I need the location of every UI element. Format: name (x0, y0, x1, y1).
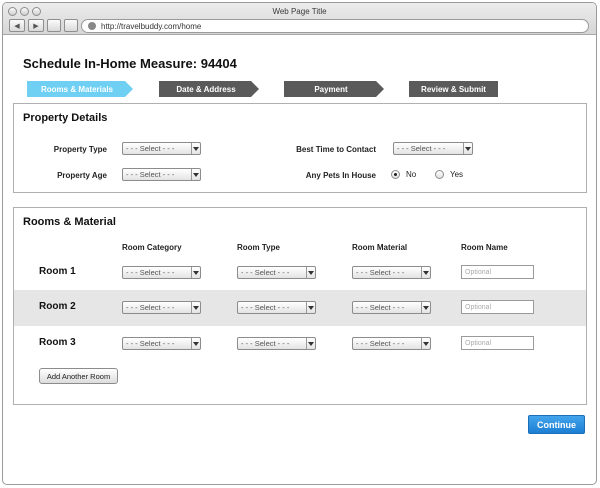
pets-yes-label: Yes (450, 170, 464, 179)
browser-window: Web Page Title ◀ ▶ http://travelbuddy.co… (2, 2, 597, 485)
pets-label: Any Pets In House (305, 171, 376, 180)
property-age-select[interactable]: - - - Select - - - (122, 168, 201, 181)
step-review-submit[interactable]: Review & Submit (409, 81, 498, 97)
room-type-value: - - - Select - - - (241, 268, 290, 277)
room-category-value: - - - Select - - - (126, 268, 175, 277)
room-type-value: - - - Select - - - (241, 339, 290, 348)
forward-arrow-icon: ▶ (33, 22, 39, 30)
room-material-select[interactable]: - - - Select - - - (352, 337, 431, 350)
property-type-label: Property Type (53, 145, 107, 154)
room-category-select[interactable]: - - - Select - - - (122, 266, 201, 279)
room-label: Room 1 (39, 266, 76, 277)
room-material-value: - - - Select - - - (356, 303, 405, 312)
rooms-material-title: Rooms & Material (23, 216, 116, 228)
chevron-down-icon (421, 338, 430, 349)
room-material-value: - - - Select - - - (356, 268, 405, 277)
continue-button[interactable]: Continue (528, 415, 585, 434)
room-category-select[interactable]: - - - Select - - - (122, 301, 201, 314)
room-name-input[interactable]: Optional (461, 300, 534, 314)
room-type-select[interactable]: - - - Select - - - (237, 337, 316, 350)
rooms-material-panel: Rooms & Material Room Category Room Type… (13, 207, 587, 405)
step-rooms-materials[interactable]: Rooms & Materials (27, 81, 133, 97)
reload-button[interactable] (47, 19, 61, 32)
property-details-panel: Property Details Property Type - - - Sel… (13, 103, 587, 193)
room-material-select[interactable]: - - - Select - - - (352, 266, 431, 279)
best-time-label: Best Time to Contact (296, 145, 376, 154)
col-room-name: Room Name (461, 243, 508, 252)
chevron-down-icon (191, 267, 200, 278)
pets-radio-no[interactable]: No (391, 170, 416, 179)
chevron-down-icon (191, 338, 200, 349)
chevron-down-icon (421, 267, 430, 278)
title-bar: Web Page Title ◀ ▶ http://travelbuddy.co… (3, 3, 596, 35)
room-type-value: - - - Select - - - (241, 303, 290, 312)
col-room-material: Room Material (352, 243, 408, 252)
property-age-value: - - - Select - - - (126, 170, 175, 179)
room-row: Room 2 - - - Select - - - - - - Select -… (14, 290, 586, 326)
page-content: Schedule In-Home Measure: 94404 Rooms & … (3, 36, 596, 484)
home-button[interactable] (64, 19, 78, 32)
best-time-select[interactable]: - - - Select - - - (393, 142, 473, 155)
globe-icon (88, 22, 96, 30)
room-category-value: - - - Select - - - (126, 303, 175, 312)
back-button[interactable]: ◀ (9, 19, 25, 32)
radio-selected-icon (391, 170, 400, 179)
room-row: Room 3 - - - Select - - - - - - Select -… (14, 326, 586, 362)
room-row: Room 1 - - - Select - - - - - - Select -… (14, 255, 586, 291)
room-material-value: - - - Select - - - (356, 339, 405, 348)
property-type-select[interactable]: - - - Select - - - (122, 142, 201, 155)
chevron-down-icon (191, 169, 200, 180)
chevron-down-icon (306, 338, 315, 349)
room-label: Room 2 (39, 301, 76, 312)
chevron-down-icon (463, 143, 472, 154)
step-payment[interactable]: Payment (284, 81, 384, 97)
chevron-down-icon (421, 302, 430, 313)
radio-unselected-icon (435, 170, 444, 179)
room-name-input[interactable]: Optional (461, 336, 534, 350)
col-room-type: Room Type (237, 243, 280, 252)
page-title: Schedule In-Home Measure: 94404 (23, 56, 237, 71)
property-type-value: - - - Select - - - (126, 144, 175, 153)
chevron-down-icon (306, 302, 315, 313)
forward-button[interactable]: ▶ (28, 19, 44, 32)
room-material-select[interactable]: - - - Select - - - (352, 301, 431, 314)
pets-no-label: No (406, 170, 417, 179)
pets-radio-yes[interactable]: Yes (435, 170, 463, 179)
room-category-value: - - - Select - - - (126, 339, 175, 348)
room-type-select[interactable]: - - - Select - - - (237, 266, 316, 279)
col-room-category: Room Category (122, 243, 182, 252)
best-time-value: - - - Select - - - (397, 144, 446, 153)
address-bar[interactable]: http://travelbuddy.com/home (81, 19, 589, 33)
nav-buttons: ◀ ▶ (9, 19, 78, 32)
step-date-address[interactable]: Date & Address (159, 81, 259, 97)
window-title: Web Page Title (272, 7, 327, 16)
chevron-down-icon (191, 302, 200, 313)
step-progress: Rooms & Materials Date & Address Payment… (27, 81, 587, 97)
room-category-select[interactable]: - - - Select - - - (122, 337, 201, 350)
room-label: Room 3 (39, 337, 76, 348)
chevron-down-icon (191, 143, 200, 154)
room-name-input[interactable]: Optional (461, 265, 534, 279)
chevron-down-icon (306, 267, 315, 278)
property-age-label: Property Age (57, 171, 107, 180)
add-another-room-button[interactable]: Add Another Room (39, 368, 118, 384)
url-text: http://travelbuddy.com/home (101, 21, 202, 31)
back-arrow-icon: ◀ (14, 22, 20, 30)
property-details-title: Property Details (23, 112, 108, 124)
room-type-select[interactable]: - - - Select - - - (237, 301, 316, 314)
